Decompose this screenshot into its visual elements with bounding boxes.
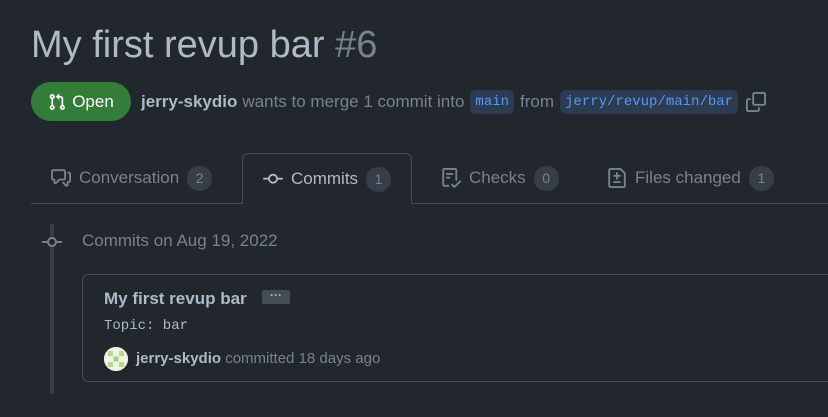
tab-checks-label: Checks: [469, 168, 526, 187]
tab-conversation[interactable]: Conversation 2: [31, 153, 232, 203]
pr-number: #6: [335, 24, 378, 66]
pr-tabs: Conversation 2 Commits 1 Checks 0 Files …: [31, 153, 828, 204]
tab-commits-label: Commits: [291, 169, 359, 188]
head-branch[interactable]: jerry/revup/main/bar: [560, 90, 739, 114]
commits-date-heading: Commits on Aug 19, 2022: [82, 231, 278, 250]
merge-text: wants to merge 1 commit into: [242, 92, 465, 111]
base-branch[interactable]: main: [470, 90, 515, 114]
copy-icon[interactable]: [746, 92, 767, 112]
tab-conversation-count: 2: [187, 165, 213, 191]
pr-state-label: Open: [72, 91, 114, 111]
identicon-icon: [104, 347, 128, 371]
pr-author-link[interactable]: jerry-skydio: [141, 92, 237, 112]
tab-commits[interactable]: Commits 1: [242, 153, 413, 204]
tab-checks-count: 0: [533, 165, 559, 191]
pr-title-text: My first revup bar: [31, 24, 325, 66]
commit-action-text: committed 18 days ago: [225, 350, 381, 367]
pr-meta: jerry-skydio wants to merge 1 commit int…: [141, 90, 767, 114]
from-text: from: [520, 92, 555, 111]
commit-author-link[interactable]: jerry-skydio: [136, 350, 221, 367]
file-diff-icon: [608, 168, 626, 188]
tab-checks[interactable]: Checks 0: [421, 153, 579, 203]
comment-discussion-icon: [51, 169, 71, 187]
checklist-icon: [442, 168, 461, 188]
git-commit-icon: [42, 237, 62, 247]
tab-files-changed-label: Files changed: [635, 168, 741, 187]
commit-list-item: My first revup bar ··· Topic: bar jerry-…: [82, 274, 828, 382]
commit-message-body: Topic: bar: [104, 318, 189, 334]
commit-meta: jerry-skydio committed 18 days ago: [136, 350, 380, 367]
tab-files-changed[interactable]: Files changed 1: [587, 153, 794, 203]
commit-title-link[interactable]: My first revup bar: [104, 289, 247, 309]
commit-expand-button[interactable]: ···: [262, 289, 290, 304]
tab-commits-count: 1: [366, 166, 392, 192]
tab-conversation-label: Conversation: [79, 168, 180, 187]
pr-state-badge: Open: [31, 82, 131, 121]
git-commit-icon: [263, 173, 283, 184]
tab-files-changed-count: 1: [748, 165, 774, 191]
pr-title: My first revup bar #6: [31, 24, 377, 67]
git-pull-request-icon: [49, 93, 66, 110]
avatar[interactable]: [104, 347, 128, 371]
